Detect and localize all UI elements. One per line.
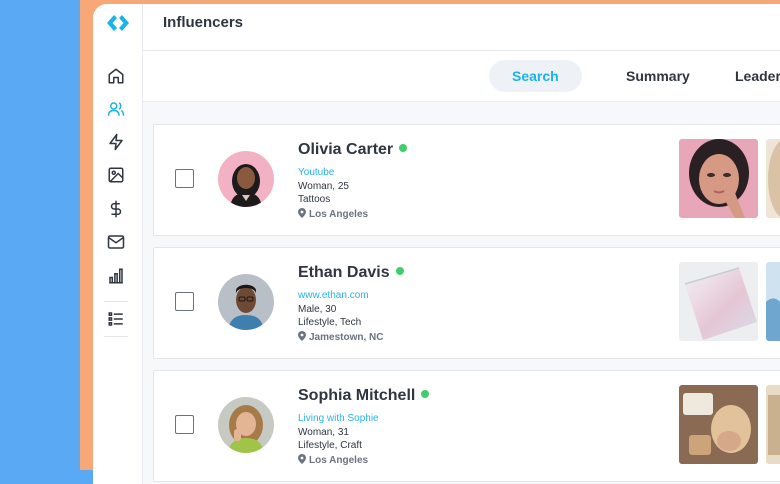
verified-icon bbox=[421, 390, 430, 398]
influencer-name[interactable]: Ethan Davis bbox=[298, 264, 404, 282]
influencer-link[interactable]: Youtube bbox=[298, 167, 334, 178]
influencer-link[interactable]: www.ethan.com bbox=[298, 290, 369, 301]
sidebar-item-home[interactable] bbox=[106, 66, 126, 86]
list-icon bbox=[108, 312, 123, 326]
tab-summary[interactable]: Summary bbox=[626, 60, 690, 92]
avatar bbox=[218, 397, 274, 453]
users-icon bbox=[107, 102, 125, 116]
location-pin-icon bbox=[298, 454, 306, 464]
location-pin-icon bbox=[298, 331, 306, 341]
page-title: Influencers bbox=[163, 14, 244, 31]
tab-bar: Search Summary Leader bbox=[143, 51, 780, 102]
influencer-location: Jamestown, NC bbox=[298, 331, 383, 343]
influencer-card[interactable]: Sophia Mitchell Living with Sophie Woman… bbox=[153, 370, 780, 482]
post-thumbnail[interactable] bbox=[766, 385, 780, 464]
location-pin-icon bbox=[298, 208, 306, 218]
logo-icon[interactable] bbox=[107, 14, 129, 32]
sidebar-item-media[interactable] bbox=[106, 165, 126, 185]
sidebar-item-messages[interactable] bbox=[106, 232, 126, 252]
sidebar-item-campaigns[interactable] bbox=[106, 132, 126, 152]
sidebar-divider bbox=[104, 336, 128, 337]
bar-chart-icon bbox=[109, 268, 123, 284]
influencer-card[interactable]: Ethan Davis www.ethan.com Male, 30 Lifes… bbox=[153, 247, 780, 359]
avatar bbox=[218, 274, 274, 330]
post-thumbnail[interactable] bbox=[679, 139, 758, 218]
tab-search[interactable]: Search bbox=[489, 60, 582, 92]
influencer-name[interactable]: Sophia Mitchell bbox=[298, 387, 430, 405]
title-bar: Influencers bbox=[143, 4, 780, 51]
post-thumbnail[interactable] bbox=[679, 262, 758, 341]
verified-icon bbox=[395, 267, 404, 275]
influencer-categories: Lifestyle, Craft bbox=[298, 440, 362, 451]
avatar bbox=[218, 151, 274, 207]
influencer-card[interactable]: Olivia Carter Youtube Woman, 25 Tattoos … bbox=[153, 124, 780, 236]
sidebar-item-lists[interactable] bbox=[106, 309, 126, 329]
influencer-categories: Tattoos bbox=[298, 194, 331, 205]
sidebar-divider bbox=[104, 301, 128, 302]
mail-icon bbox=[107, 235, 125, 249]
select-checkbox[interactable] bbox=[175, 415, 194, 434]
influencer-demographics: Woman, 25 bbox=[298, 181, 349, 192]
home-icon bbox=[108, 68, 124, 84]
post-thumbnail[interactable] bbox=[766, 139, 780, 218]
sidebar bbox=[93, 4, 143, 484]
select-checkbox[interactable] bbox=[175, 292, 194, 311]
lightning-icon bbox=[109, 133, 123, 151]
influencer-demographics: Woman, 31 bbox=[298, 427, 349, 438]
select-checkbox[interactable] bbox=[175, 169, 194, 188]
influencer-link[interactable]: Living with Sophie bbox=[298, 413, 379, 424]
post-thumbnail[interactable] bbox=[766, 262, 780, 341]
verified-icon bbox=[399, 144, 408, 152]
influencer-location: Los Angeles bbox=[298, 208, 368, 220]
sidebar-item-analytics[interactable] bbox=[106, 266, 126, 286]
sidebar-item-influencers[interactable] bbox=[106, 99, 126, 119]
main-content: Influencers Search Summary Leader Olivia… bbox=[143, 4, 780, 484]
tab-leader[interactable]: Leader bbox=[735, 60, 780, 92]
app-window: Influencers Search Summary Leader Olivia… bbox=[93, 4, 780, 484]
background-blue bbox=[0, 0, 80, 470]
influencer-name[interactable]: Olivia Carter bbox=[298, 141, 408, 159]
influencer-location: Los Angeles bbox=[298, 454, 368, 466]
dollar-icon bbox=[110, 200, 122, 218]
image-icon bbox=[108, 167, 124, 183]
influencer-categories: Lifestyle, Tech bbox=[298, 317, 362, 328]
influencer-demographics: Male, 30 bbox=[298, 304, 337, 315]
sidebar-item-payments[interactable] bbox=[106, 199, 126, 219]
post-thumbnail[interactable] bbox=[679, 385, 758, 464]
